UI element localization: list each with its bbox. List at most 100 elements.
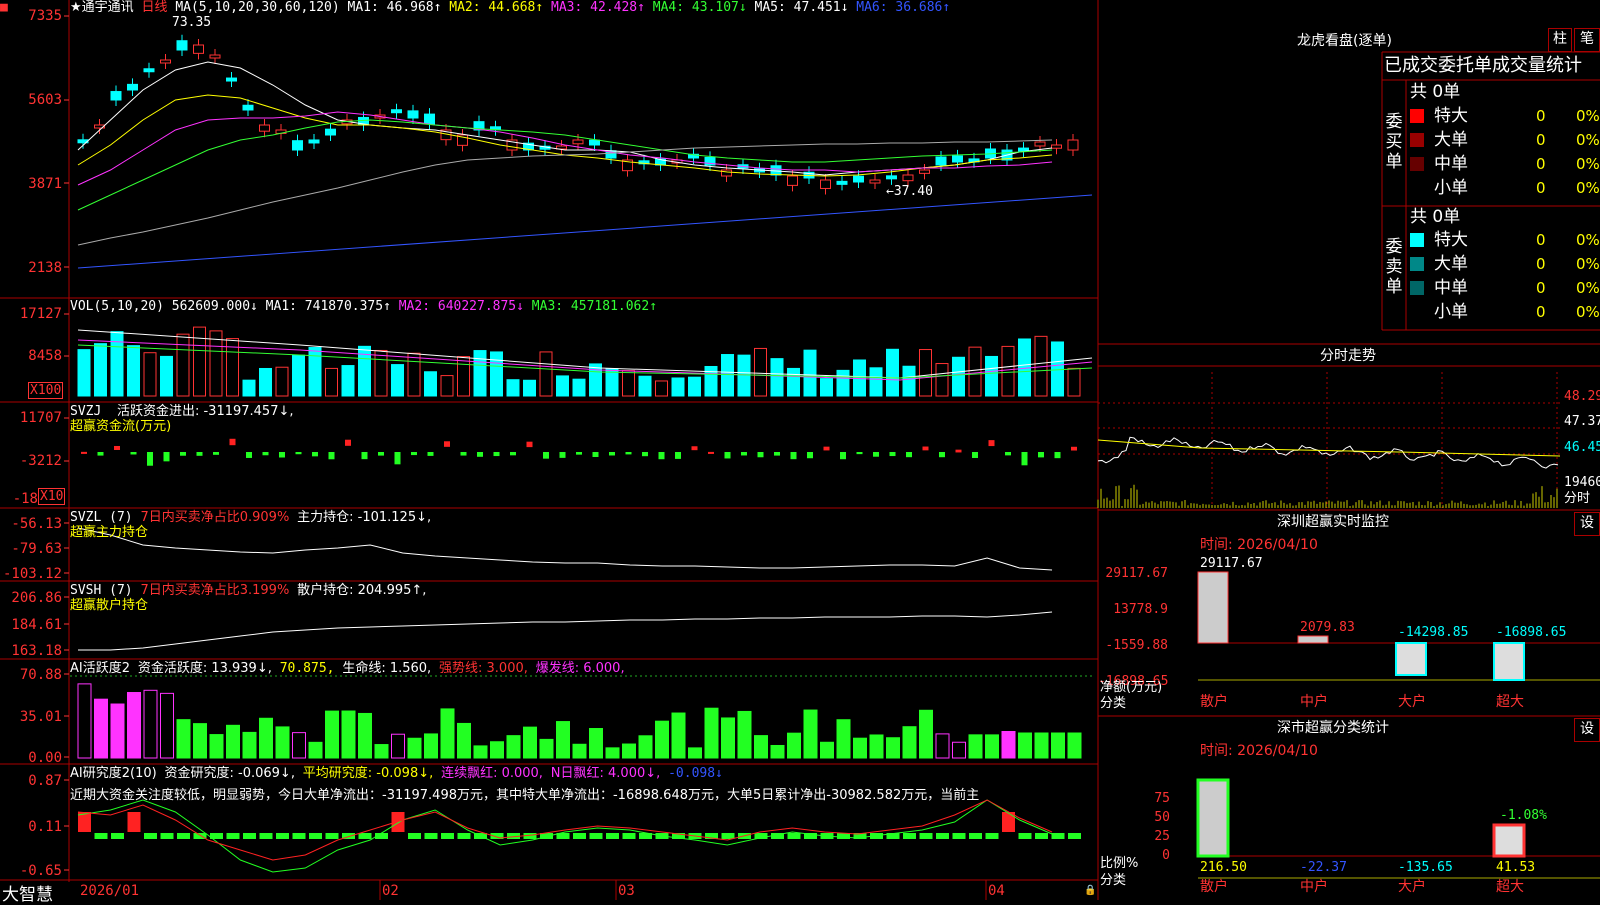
- activity-bar: [407, 737, 422, 759]
- stock-title[interactable]: ★通宇通讯: [70, 0, 134, 15]
- ai-active-y-tick: 0.00: [28, 750, 62, 766]
- vol-ma1: MA1: 741870.375↑: [265, 299, 391, 314]
- activity-bar: [259, 717, 273, 759]
- svsh-y-tick: 206.86: [11, 590, 62, 606]
- volume-bar: [77, 349, 91, 397]
- volume-bar: [539, 351, 553, 397]
- classify-xlabel: 分类: [1100, 873, 1127, 888]
- kline-plot[interactable]: [0, 0, 1600, 900]
- candle-body: [160, 59, 171, 64]
- activity-bar: [638, 735, 653, 759]
- ai-research-y-tick: 0.87: [28, 773, 62, 789]
- volume-bar: [490, 351, 503, 397]
- intraday-vol-label: 19460: [1564, 475, 1600, 490]
- classify-value: 41.53: [1496, 860, 1536, 875]
- svsh-title: SVSH (7): [70, 583, 133, 598]
- fundflow-bar: [427, 452, 434, 456]
- research-bar: [309, 833, 322, 839]
- ai-research-note: 近期大资金关注度较低，明显弱势，今日大单净流出：-31197.498万元，其中特…: [70, 788, 980, 803]
- classify-settings-button[interactable]: 设: [1574, 718, 1600, 742]
- fundflow-bar: [658, 452, 665, 460]
- retail-position-line: [78, 611, 1053, 651]
- volume-bar: [440, 375, 454, 397]
- fundflow-bar: [988, 440, 995, 447]
- candle-body: [952, 155, 963, 163]
- fundflow-bar: [526, 441, 533, 448]
- fundflow-bar: [642, 452, 648, 457]
- row-name: 中单: [1434, 278, 1468, 298]
- research-bar: [919, 833, 933, 839]
- svzl-title: SVZL (7): [70, 510, 133, 525]
- bar-mode-button[interactable]: 柱: [1548, 28, 1572, 52]
- candle-body: [424, 113, 435, 125]
- row-name: 大单: [1434, 130, 1468, 150]
- period-label[interactable]: 日线: [141, 0, 167, 15]
- fundflow-bar: [246, 452, 252, 458]
- intraday-price: 46.45: [1564, 440, 1600, 455]
- classify-y-tick: 50: [1154, 810, 1170, 825]
- monitor-xlabel: 分类: [1100, 696, 1127, 711]
- fundflow-bar: [856, 452, 863, 455]
- fundflow-bar: [873, 452, 879, 457]
- ai-research-l3: 连续飘红: 0.000,: [441, 766, 543, 781]
- order-row: 中单 0 0%: [1406, 277, 1600, 299]
- research-bar: [787, 833, 801, 839]
- classify-value: -22.37: [1300, 860, 1347, 875]
- research-bar: [903, 833, 916, 839]
- row-name: 特大: [1434, 230, 1468, 250]
- activity-bar: [737, 710, 752, 759]
- fundflow-bar: [130, 452, 137, 455]
- activity-bar: [853, 737, 867, 759]
- color-swatch: [1410, 281, 1424, 295]
- monitor-settings-button[interactable]: 设: [1574, 512, 1600, 536]
- svzj-y-tick: -3212: [19, 453, 62, 469]
- research-bar: [144, 833, 157, 839]
- fundflow-bar: [114, 445, 120, 450]
- fundflow-bar: [378, 452, 384, 456]
- activity-bar: [490, 741, 504, 759]
- order-row: 中单 0 0%: [1406, 153, 1600, 175]
- row-count: 0: [1536, 279, 1546, 297]
- svzl-pct: 7日内买卖净占比0.909%: [140, 510, 290, 525]
- buy-total: 共 0单: [1410, 82, 1461, 102]
- fundflow-bar: [807, 452, 813, 459]
- tick-mode-button[interactable]: 笔: [1574, 28, 1600, 52]
- fundflow-bar: [576, 452, 582, 455]
- fundflow-bar: [708, 451, 714, 454]
- ai-research-l5: -0.098↓: [668, 766, 723, 781]
- candle-body: [292, 140, 303, 151]
- svzl-sub: 超赢主力持仓: [70, 525, 149, 540]
- volume-bar: [556, 375, 569, 397]
- vol-y-tick: 17127: [19, 306, 62, 322]
- svzl-value: 主力持仓: -101.125↓,: [297, 510, 432, 525]
- activity-bar: [688, 747, 702, 759]
- color-swatch: [1410, 157, 1424, 171]
- row-count: 0: [1536, 179, 1546, 197]
- svzj-sub: 超赢资金流(万元): [70, 419, 172, 434]
- table-title: 已成交委托单成交量统计: [1384, 55, 1582, 76]
- volume-bar: [836, 369, 850, 397]
- classify-ylabel: 比例%: [1100, 856, 1139, 871]
- research-bar: [952, 833, 966, 839]
- ai-active-l2: 70.875,: [279, 661, 335, 676]
- fundflow-bar: [295, 452, 302, 455]
- vol-value: 562609.000↓: [171, 299, 258, 314]
- category-label: 散户: [1200, 694, 1228, 710]
- volume-bar: [572, 378, 586, 397]
- lock-icon[interactable]: 🔒: [1084, 885, 1096, 896]
- activity-bar: [556, 721, 570, 759]
- volume-bar: [935, 363, 949, 397]
- research-bar: [457, 833, 471, 839]
- activity-bar: [919, 709, 933, 759]
- activity-bar: [308, 741, 323, 759]
- volume-bar: [275, 366, 289, 397]
- monitor-bar: [1493, 642, 1525, 681]
- volume-bar: [209, 330, 223, 397]
- candle-body: [1051, 144, 1062, 149]
- volume-bar: [1001, 345, 1015, 397]
- activity-bar: [374, 744, 389, 759]
- classify-bar: [1492, 823, 1526, 858]
- volume-bar: [473, 350, 487, 397]
- volume-bar: [424, 371, 437, 397]
- volume-bar: [160, 355, 173, 397]
